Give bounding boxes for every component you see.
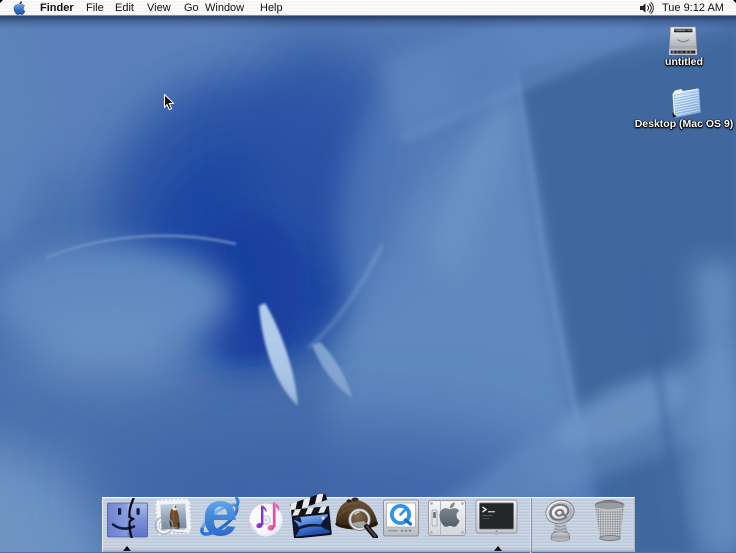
svg-text:e: e: [202, 496, 238, 538]
